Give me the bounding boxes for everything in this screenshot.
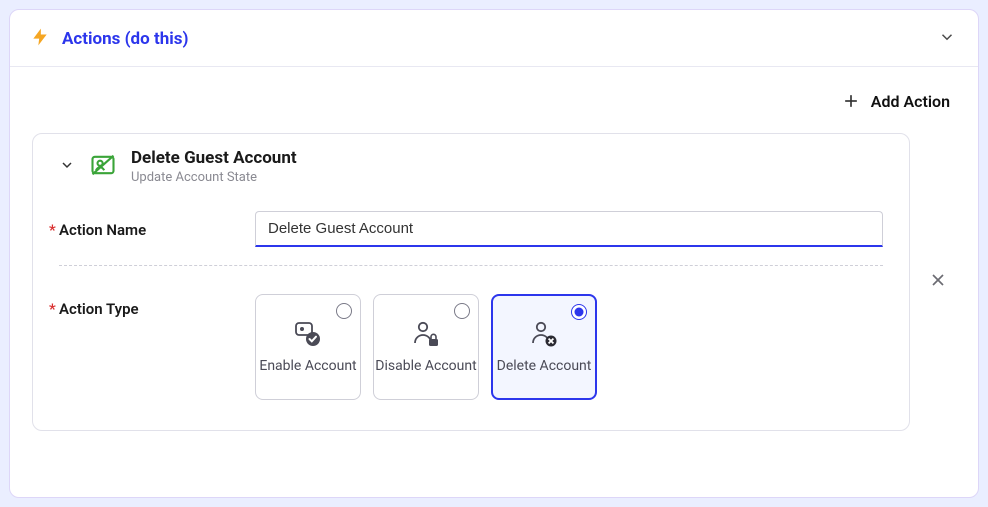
- radio-indicator: [336, 303, 352, 319]
- action-type-label: Action Type: [59, 290, 245, 318]
- action-card-header[interactable]: Delete Guest Account Update Account Stat…: [59, 148, 883, 185]
- action-title: Delete Guest Account: [131, 148, 297, 168]
- add-action-label: Add Action: [871, 92, 950, 111]
- chevron-down-icon[interactable]: [59, 157, 75, 177]
- radio-indicator: [454, 303, 470, 319]
- actions-panel: Actions (do this) Add Action: [9, 9, 979, 498]
- action-subtitle: Update Account State: [131, 170, 297, 185]
- action-name-row: Action Name: [59, 211, 883, 247]
- enable-account-icon: [291, 320, 325, 350]
- add-action-button[interactable]: Add Action: [32, 67, 956, 133]
- divider: [59, 265, 883, 266]
- actions-panel-header[interactable]: Actions (do this): [10, 10, 978, 67]
- option-delete-account[interactable]: Delete Account: [491, 294, 597, 400]
- close-icon: [928, 270, 948, 290]
- action-name-input[interactable]: [255, 211, 883, 247]
- action-type-row: Action Type Enable Account: [59, 290, 883, 400]
- panel-body: Add Action: [10, 67, 978, 431]
- option-label: Disable Account: [375, 358, 476, 375]
- delete-account-icon: [528, 320, 560, 350]
- option-label: Delete Account: [497, 358, 592, 375]
- disable-account-icon: [410, 320, 442, 350]
- action-type-options: Enable Account Disable Account: [255, 290, 597, 400]
- delete-user-icon: [89, 151, 117, 183]
- option-disable-account[interactable]: Disable Account: [373, 294, 479, 400]
- lightning-icon: [30, 26, 50, 52]
- radio-indicator: [571, 304, 587, 320]
- option-label: Enable Account: [259, 358, 356, 375]
- action-name-label: Action Name: [59, 211, 245, 239]
- remove-action-button[interactable]: [920, 262, 956, 302]
- plus-icon: [841, 91, 861, 111]
- option-enable-account[interactable]: Enable Account: [255, 294, 361, 400]
- panel-title: Actions (do this): [62, 29, 926, 49]
- action-card: Delete Guest Account Update Account Stat…: [32, 133, 910, 431]
- chevron-down-icon[interactable]: [938, 28, 956, 50]
